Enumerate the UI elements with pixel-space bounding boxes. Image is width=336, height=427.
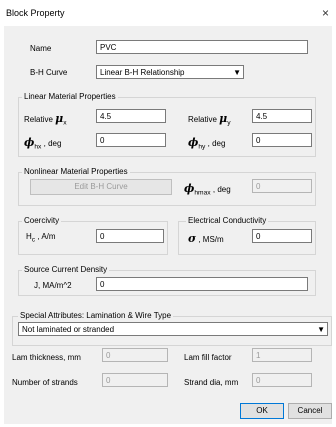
source-current-title: Source Current Density bbox=[22, 265, 110, 274]
conductivity-unit: , MS/m bbox=[198, 235, 224, 244]
relative-label-y: Relative bbox=[188, 115, 217, 124]
bh-curve-label: B-H Curve bbox=[30, 68, 68, 77]
coercivity-input[interactable]: 0 bbox=[96, 229, 164, 243]
strands-input[interactable]: 0 bbox=[102, 373, 168, 387]
coercivity-title: Coercivity bbox=[22, 216, 62, 225]
phihx-input[interactable]: 0 bbox=[96, 133, 166, 147]
chevron-down-icon[interactable]: ▼ bbox=[233, 67, 241, 78]
mux-subscript: x bbox=[63, 119, 67, 127]
mu-symbol-y: μ bbox=[219, 112, 228, 125]
hc-subscript: c bbox=[31, 236, 36, 244]
lam-fill-input[interactable]: 1 bbox=[252, 348, 312, 362]
phihx-subscript: hx bbox=[34, 143, 42, 151]
conductivity-input[interactable]: 0 bbox=[252, 229, 312, 243]
lam-fill-label: Lam fill factor bbox=[184, 353, 232, 362]
chevron-down-icon[interactable]: ▼ bbox=[317, 324, 325, 335]
relative-label: Relative bbox=[24, 115, 53, 124]
phi-symbol-y: ϕ bbox=[188, 136, 199, 149]
mux-input[interactable]: 4.5 bbox=[96, 109, 166, 123]
phi-symbol: ϕ bbox=[24, 136, 35, 149]
muy-label: Relative μy bbox=[188, 112, 231, 127]
name-label: Name bbox=[30, 44, 52, 53]
cancel-button[interactable]: Cancel bbox=[288, 403, 332, 419]
phihmax-label: ϕhmax , deg bbox=[184, 182, 231, 197]
muy-subscript: y bbox=[227, 119, 231, 127]
special-attributes-title: Special Attributes: Lamination & Wire Ty… bbox=[18, 311, 174, 320]
lam-thickness-label: Lam thickness, mm bbox=[12, 353, 81, 362]
lamination-type-value: Not laminated or stranded bbox=[22, 325, 115, 334]
phihmax-subscript: hmax bbox=[194, 189, 211, 197]
strand-dia-label: Strand dia, mm bbox=[184, 378, 239, 387]
coercivity-label: Hc , A/m bbox=[26, 232, 56, 244]
lam-thickness-input[interactable]: 0 bbox=[102, 348, 168, 362]
conductivity-title: Electrical Conductivity bbox=[186, 216, 269, 225]
mux-label: Relative μx bbox=[24, 112, 67, 127]
block-property-dialog: Block Property × Name PVC B-H Curve Line… bbox=[0, 0, 336, 427]
sigma-symbol: σ bbox=[188, 232, 197, 245]
nonlinear-properties-title: Nonlinear Material Properties bbox=[22, 167, 130, 176]
deg-suffix: , deg bbox=[43, 139, 62, 148]
bh-curve-value: Linear B-H Relationship bbox=[100, 68, 185, 77]
bh-curve-select[interactable]: Linear B-H Relationship ▼ bbox=[96, 65, 244, 79]
close-icon[interactable]: × bbox=[322, 6, 329, 20]
phihmax-input[interactable]: 0 bbox=[252, 179, 312, 193]
linear-properties-title: Linear Material Properties bbox=[22, 92, 118, 101]
edit-bh-curve-button[interactable]: Edit B-H Curve bbox=[30, 179, 172, 195]
ok-button[interactable]: OK bbox=[240, 403, 284, 419]
deg-suffix-y: , deg bbox=[207, 139, 226, 148]
phihx-label: ϕhx , deg bbox=[24, 136, 61, 151]
phi-symbol-max: ϕ bbox=[184, 182, 195, 195]
phihy-subscript: hy bbox=[198, 143, 206, 151]
linear-properties-group bbox=[18, 97, 316, 157]
mu-symbol: μ bbox=[55, 112, 64, 125]
conductivity-label: σ , MS/m bbox=[188, 232, 224, 245]
current-density-input[interactable]: 0 bbox=[96, 277, 308, 291]
deg-suffix-max: , deg bbox=[212, 185, 231, 194]
strand-dia-input[interactable]: 0 bbox=[252, 373, 312, 387]
window-title: Block Property bbox=[6, 8, 65, 18]
lamination-type-select[interactable]: Not laminated or stranded ▼ bbox=[18, 322, 328, 336]
coercivity-unit: , A/m bbox=[37, 232, 56, 241]
phihy-label: ϕhy , deg bbox=[188, 136, 225, 151]
muy-input[interactable]: 4.5 bbox=[252, 109, 312, 123]
current-density-label: J, MA/m^2 bbox=[34, 281, 72, 290]
strands-label: Number of strands bbox=[12, 378, 78, 387]
phihy-input[interactable]: 0 bbox=[252, 133, 312, 147]
name-input[interactable]: PVC bbox=[96, 40, 308, 54]
